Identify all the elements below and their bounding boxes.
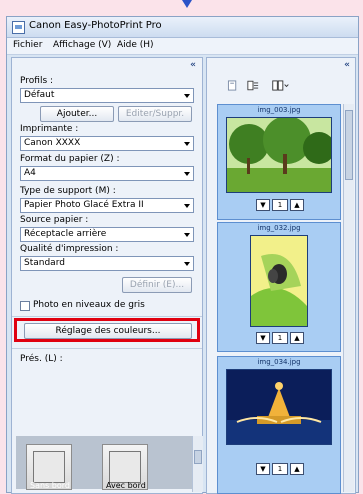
imprimante-value: Canon XXXX	[24, 138, 81, 148]
view-mode-icon[interactable]	[271, 80, 291, 91]
profils-dropdown[interactable]: Défaut	[20, 88, 194, 103]
thumbnail-scrollbar[interactable]	[343, 104, 354, 492]
profils-value: Défaut	[24, 90, 55, 100]
qualite-value: Standard	[24, 258, 65, 268]
copies-value[interactable]: 1	[272, 332, 288, 344]
pointer-arrow-icon	[182, 0, 192, 8]
thumbnail-image-butterfly	[250, 235, 308, 327]
preset-sans-bord-label: Sans bord	[30, 481, 70, 490]
app-icon	[12, 21, 25, 34]
source-papier-dropdown[interactable]: Réceptacle arrière	[20, 227, 194, 242]
title-bar: Canon Easy-PhotoPrint Pro	[7, 17, 358, 38]
thumbnail-filename: img_032.jpg	[257, 224, 301, 232]
thumbnail-filename: img_034.jpg	[257, 358, 301, 366]
layout-presets: Sans bord Avec bord	[16, 436, 194, 490]
menu-bar: Fichier Affichage (V) Aide (H)	[7, 38, 358, 55]
increase-copies-button[interactable]: ▲	[290, 199, 304, 211]
format-dropdown[interactable]: A4	[20, 166, 194, 181]
scrollbar-thumb[interactable]	[345, 110, 353, 180]
thumbnail-image-forest	[226, 117, 332, 193]
imprimante-label: Imprimante :	[20, 124, 79, 134]
presentation-label: Prés. (L) :	[20, 354, 63, 364]
sort-icon[interactable]	[247, 80, 259, 91]
format-value: A4	[24, 168, 36, 178]
format-label: Format du papier (Z) :	[20, 154, 120, 164]
thumbnail-image-fountain	[226, 369, 332, 445]
type-support-label: Type de support (M) :	[20, 186, 116, 196]
reglage-couleurs-button[interactable]: Réglage des couleurs...	[24, 323, 192, 339]
thumbnail-panel: « img_003.jpg ▼ 1 ▲ img_032.jpg ▼ 1 ▲ im…	[206, 57, 356, 494]
source-papier-label: Source papier :	[20, 215, 89, 225]
increase-copies-button[interactable]: ▲	[290, 463, 304, 475]
grayscale-label: Photo en niveaux de gris	[33, 300, 145, 310]
increase-copies-button[interactable]: ▲	[290, 332, 304, 344]
imprimante-dropdown[interactable]: Canon XXXX	[20, 136, 194, 151]
qualite-dropdown[interactable]: Standard	[20, 256, 194, 271]
borderless-icon	[33, 451, 65, 483]
divider	[12, 316, 202, 317]
thumbnail-card[interactable]: img_034.jpg ▼ 1 ▲	[217, 356, 341, 494]
thumbnail-card[interactable]: img_032.jpg ▼ 1 ▲	[217, 222, 341, 352]
decrease-copies-button[interactable]: ▼	[256, 463, 270, 475]
menu-fichier[interactable]: Fichier	[13, 40, 42, 50]
ajouter-button[interactable]: Ajouter...	[40, 106, 114, 122]
scrollbar-thumb[interactable]	[194, 450, 202, 464]
profils-label: Profils :	[20, 76, 54, 86]
collapse-left-button[interactable]: «	[190, 60, 196, 70]
thumbnail-card[interactable]: img_003.jpg ▼ 1 ▲	[217, 104, 341, 220]
divider	[12, 348, 202, 349]
settings-panel: « Profils : Défaut Ajouter... Editer/Sup…	[11, 57, 203, 494]
chevron-down-icon	[184, 262, 190, 266]
copies-value[interactable]: 1	[272, 199, 288, 211]
select-all-icon[interactable]	[227, 80, 239, 91]
decrease-copies-button[interactable]: ▼	[256, 332, 270, 344]
grayscale-checkbox[interactable]	[20, 301, 30, 311]
source-papier-value: Réceptacle arrière	[24, 229, 107, 239]
chevron-down-icon	[184, 172, 190, 176]
copies-value[interactable]: 1	[272, 463, 288, 475]
bordered-icon	[109, 451, 141, 483]
menu-aide[interactable]: Aide (H)	[117, 40, 154, 50]
presets-scrollbar[interactable]	[192, 436, 203, 492]
chevron-down-icon	[184, 233, 190, 237]
preset-avec-bord-label: Avec bord	[106, 481, 146, 490]
window-title: Canon Easy-PhotoPrint Pro	[29, 20, 162, 31]
type-support-value: Papier Photo Glacé Extra II	[24, 200, 144, 210]
decrease-copies-button[interactable]: ▼	[256, 199, 270, 211]
type-support-dropdown[interactable]: Papier Photo Glacé Extra II	[20, 198, 194, 213]
editer-supprimer-button[interactable]: Editer/Suppr.	[118, 106, 192, 122]
definir-button[interactable]: Définir (E)...	[122, 277, 192, 293]
chevron-down-icon	[184, 94, 190, 98]
qualite-label: Qualité d'impression :	[20, 244, 119, 254]
chevron-down-icon	[184, 204, 190, 208]
app-window: Canon Easy-PhotoPrint Pro Fichier Affich…	[6, 16, 359, 494]
collapse-right-button[interactable]: «	[344, 60, 350, 70]
menu-affichage[interactable]: Affichage (V)	[53, 40, 111, 50]
thumbnail-filename: img_003.jpg	[257, 106, 301, 114]
chevron-down-icon	[184, 142, 190, 146]
